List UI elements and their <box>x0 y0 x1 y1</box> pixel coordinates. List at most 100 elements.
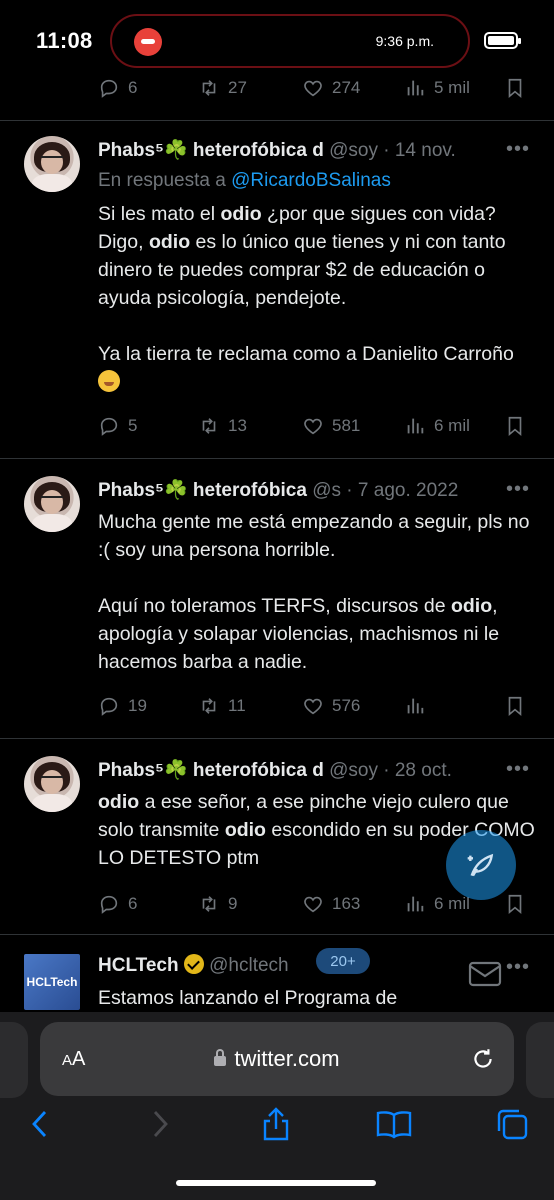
tabs-icon <box>497 1109 528 1140</box>
tabs-button[interactable] <box>492 1104 532 1144</box>
views-button[interactable]: 5 mil <box>404 68 470 108</box>
reply-button[interactable]: 6 <box>98 884 137 924</box>
more-options-icon[interactable]: ••• <box>506 478 530 501</box>
author-name-suffix[interactable]: heterofóbica d <box>193 140 324 161</box>
author-handle[interactable]: @s <box>312 480 341 501</box>
reply-to-link[interactable]: @RicardoBSalinas <box>231 170 391 191</box>
views-count: 6 mil <box>434 894 470 913</box>
views-button[interactable] <box>404 686 434 726</box>
like-count: 274 <box>332 78 361 97</box>
more-options-icon[interactable]: ••• <box>506 956 530 979</box>
heart-icon <box>304 896 322 913</box>
clover-icon: ☘️ <box>163 480 188 501</box>
tweet-card[interactable]: Phabs⁵☘️ heterofóbica @s · 7 ago. 2022 •… <box>0 458 554 738</box>
like-button[interactable]: 581 <box>302 406 360 446</box>
like-button[interactable]: 163 <box>302 884 360 924</box>
reply-icon <box>100 417 118 436</box>
more-options-icon[interactable]: ••• <box>506 758 530 781</box>
share-icon <box>263 1107 289 1141</box>
status-clock: 11:08 <box>36 28 93 53</box>
bookmark-icon <box>508 894 522 915</box>
views-button[interactable]: 6 mil <box>404 406 470 446</box>
bookmark-icon <box>508 696 522 717</box>
tweet-text: Si les mato el odio ¿por que sigues con … <box>98 200 538 396</box>
bookmark-button[interactable] <box>504 884 526 924</box>
author-name[interactable]: Phabs⁵ <box>98 760 164 781</box>
battery-icon <box>484 32 521 49</box>
feather-compose-icon <box>467 853 494 877</box>
retweet-button[interactable]: 11 <box>198 686 246 726</box>
avatar-glasses <box>41 776 63 782</box>
tweet-actions: 5 13 581 6 mil <box>98 406 534 446</box>
tweet-date[interactable]: · 7 ago. 2022 <box>346 480 458 501</box>
safari-bottom-bar: AA twitter.com <box>0 1012 554 1200</box>
like-count: 163 <box>332 894 361 913</box>
author-name-suffix[interactable]: heterofóbica d <box>193 760 324 781</box>
retweet-icon <box>202 418 216 434</box>
bookmark-button[interactable] <box>504 68 526 108</box>
avatar-glasses <box>41 496 63 502</box>
hcltech-logo[interactable]: HCLTech <box>24 954 80 1010</box>
avatar-face <box>41 490 63 514</box>
avatar[interactable] <box>24 476 80 532</box>
bookmark-button[interactable] <box>504 406 526 446</box>
avatar[interactable] <box>24 756 80 812</box>
back-button[interactable] <box>20 1104 60 1144</box>
avatar-glasses <box>41 156 63 162</box>
forward-button[interactable] <box>140 1104 180 1144</box>
views-count: 6 mil <box>434 416 470 435</box>
reply-count: 6 <box>128 78 138 97</box>
author-name-suffix[interactable]: heterofóbica <box>193 480 307 501</box>
ad-author-name[interactable]: HCLTech <box>98 955 179 976</box>
views-chart-icon <box>407 698 424 714</box>
like-button[interactable]: 576 <box>302 686 360 726</box>
reply-button[interactable]: 19 <box>98 686 147 726</box>
reply-icon <box>100 79 118 98</box>
new-posts-badge[interactable]: 20+ <box>316 948 370 974</box>
retweet-icon <box>202 698 216 714</box>
dynamic-island[interactable]: 9:36 p.m. <box>110 14 470 68</box>
reply-button[interactable]: 5 <box>98 406 137 446</box>
clover-icon: ☘️ <box>163 140 188 161</box>
retweet-button[interactable]: 13 <box>198 406 247 446</box>
retweet-button[interactable]: 9 <box>198 884 237 924</box>
like-button[interactable]: 274 <box>302 68 360 108</box>
retweet-count: 11 <box>228 696 246 715</box>
reply-count: 6 <box>128 894 138 913</box>
ad-author-handle[interactable]: @hcltech <box>209 955 289 976</box>
more-options-icon[interactable]: ••• <box>506 138 530 161</box>
tweet-actions: 19 11 576 <box>98 686 534 726</box>
address-bar[interactable]: AA twitter.com <box>40 1022 514 1096</box>
previous-tab-preview[interactable] <box>0 1022 28 1098</box>
tweet-text: Mucha gente me está empezando a seguir, … <box>98 508 538 676</box>
author-name[interactable]: Phabs⁵ <box>98 480 164 501</box>
compose-tweet-button[interactable] <box>446 830 516 900</box>
author-handle[interactable]: @soy <box>329 140 378 161</box>
tweet-actions-previous: 6 27 274 5 mil <box>98 68 534 108</box>
next-tab-preview[interactable] <box>526 1022 554 1098</box>
tweet-card[interactable]: Phabs⁵☘️ heterofóbica d @soy · 14 nov. •… <box>0 120 554 458</box>
url-field[interactable]: twitter.com <box>40 1046 514 1072</box>
author-handle[interactable]: @soy <box>329 760 378 781</box>
views-chart-icon <box>407 418 424 434</box>
retweet-icon <box>202 896 216 912</box>
tweet-date[interactable]: · 28 oct. <box>383 760 452 781</box>
island-time: 9:36 p.m. <box>375 33 434 49</box>
retweet-button[interactable]: 27 <box>198 68 247 108</box>
verified-badge-icon <box>183 954 204 974</box>
reload-icon[interactable] <box>470 1046 496 1077</box>
url-text: twitter.com <box>234 1046 340 1071</box>
avatar[interactable] <box>24 136 80 192</box>
tweet-paragraph: Ya la tierra te reclama como a Danielito… <box>98 340 538 396</box>
tweet-date[interactable]: · 14 nov. <box>383 140 456 161</box>
home-indicator[interactable] <box>176 1180 376 1186</box>
reply-button[interactable]: 6 <box>98 68 137 108</box>
author-name[interactable]: Phabs⁵ <box>98 140 164 161</box>
bookmarks-button[interactable] <box>374 1104 414 1144</box>
bookmark-button[interactable] <box>504 686 526 726</box>
ad-header: HCLTech @hcltech <box>98 954 528 982</box>
heart-icon <box>304 418 322 435</box>
like-count: 576 <box>332 696 361 715</box>
retweet-count: 9 <box>228 894 238 913</box>
share-button[interactable] <box>256 1104 296 1144</box>
